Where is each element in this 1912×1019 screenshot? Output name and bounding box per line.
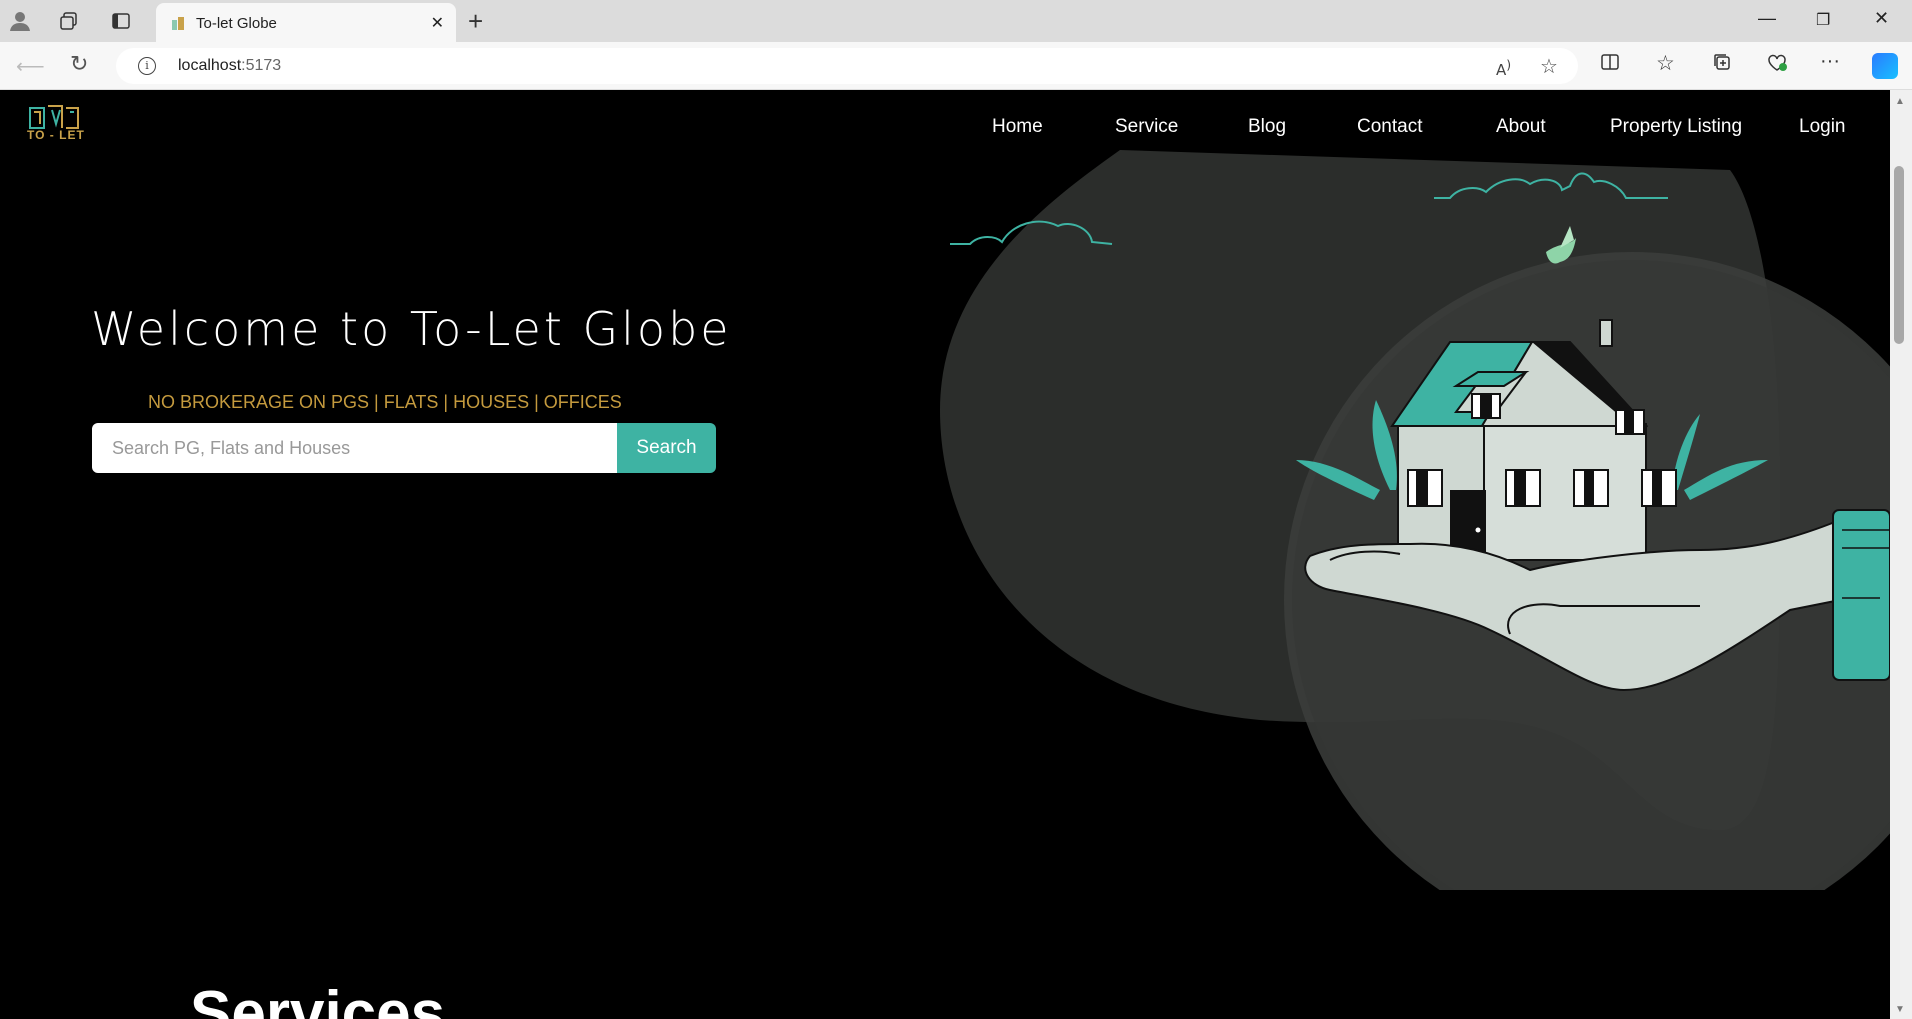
tab-favicon-icon: [172, 17, 184, 30]
hero-tagline: NO BROKERAGE ON PGS | FLATS | HOUSES | O…: [148, 392, 622, 412]
scrollbar-thumb[interactable]: [1894, 166, 1904, 344]
favorite-star-icon[interactable]: ☆: [1540, 54, 1558, 79]
collections-icon[interactable]: [1712, 52, 1732, 78]
search-button[interactable]: Search: [617, 423, 716, 473]
browser-tab[interactable]: To-let Globe ✕: [156, 3, 456, 42]
site-info-icon[interactable]: i: [138, 57, 156, 75]
services-heading: Services: [190, 979, 446, 1019]
web-page: TO - LET Home Service Blog Contact About…: [0, 90, 1890, 1019]
browser-essentials-icon[interactable]: [1766, 52, 1788, 78]
url-text: localhost:5173: [178, 57, 282, 74]
scroll-down-icon[interactable]: ▼: [1895, 1004, 1905, 1015]
scroll-up-icon[interactable]: ▲: [1895, 96, 1905, 107]
more-options-icon[interactable]: ···: [1820, 50, 1840, 73]
restore-icon[interactable]: ❐: [1816, 10, 1830, 30]
back-icon[interactable]: ⟵: [16, 54, 45, 79]
copilot-icon[interactable]: [1872, 53, 1898, 79]
hero-illustration: [940, 150, 1890, 890]
tab-actions-icon[interactable]: [109, 9, 133, 33]
read-aloud-icon[interactable]: A): [1496, 57, 1511, 79]
minimize-icon[interactable]: —: [1758, 8, 1776, 29]
browser-toolbar: ⟵ ↻ i localhost:5173 A) ☆ ☆ ···: [0, 42, 1912, 90]
close-tab-icon[interactable]: ✕: [431, 13, 444, 33]
browser-tabstrip: To-let Globe ✕ + — ❐ ✕: [0, 0, 1912, 42]
refresh-icon[interactable]: ↻: [70, 51, 88, 77]
address-bar[interactable]: i localhost:5173 A) ☆: [116, 48, 1578, 84]
window-close-icon[interactable]: ✕: [1874, 8, 1889, 29]
workspaces-icon[interactable]: [57, 9, 81, 33]
logo-text: TO - LET: [27, 128, 85, 142]
profile-icon[interactable]: [8, 9, 32, 33]
search-input[interactable]: [92, 423, 617, 473]
tab-title: To-let Globe: [196, 15, 277, 32]
page-scrollbar[interactable]: ▲ ▼: [1890, 90, 1912, 1019]
split-screen-icon[interactable]: [1600, 52, 1620, 78]
hero-title: Welcome to To-Let Globe: [91, 302, 732, 356]
new-tab-icon[interactable]: +: [468, 6, 483, 37]
favorites-icon[interactable]: ☆: [1656, 51, 1675, 76]
